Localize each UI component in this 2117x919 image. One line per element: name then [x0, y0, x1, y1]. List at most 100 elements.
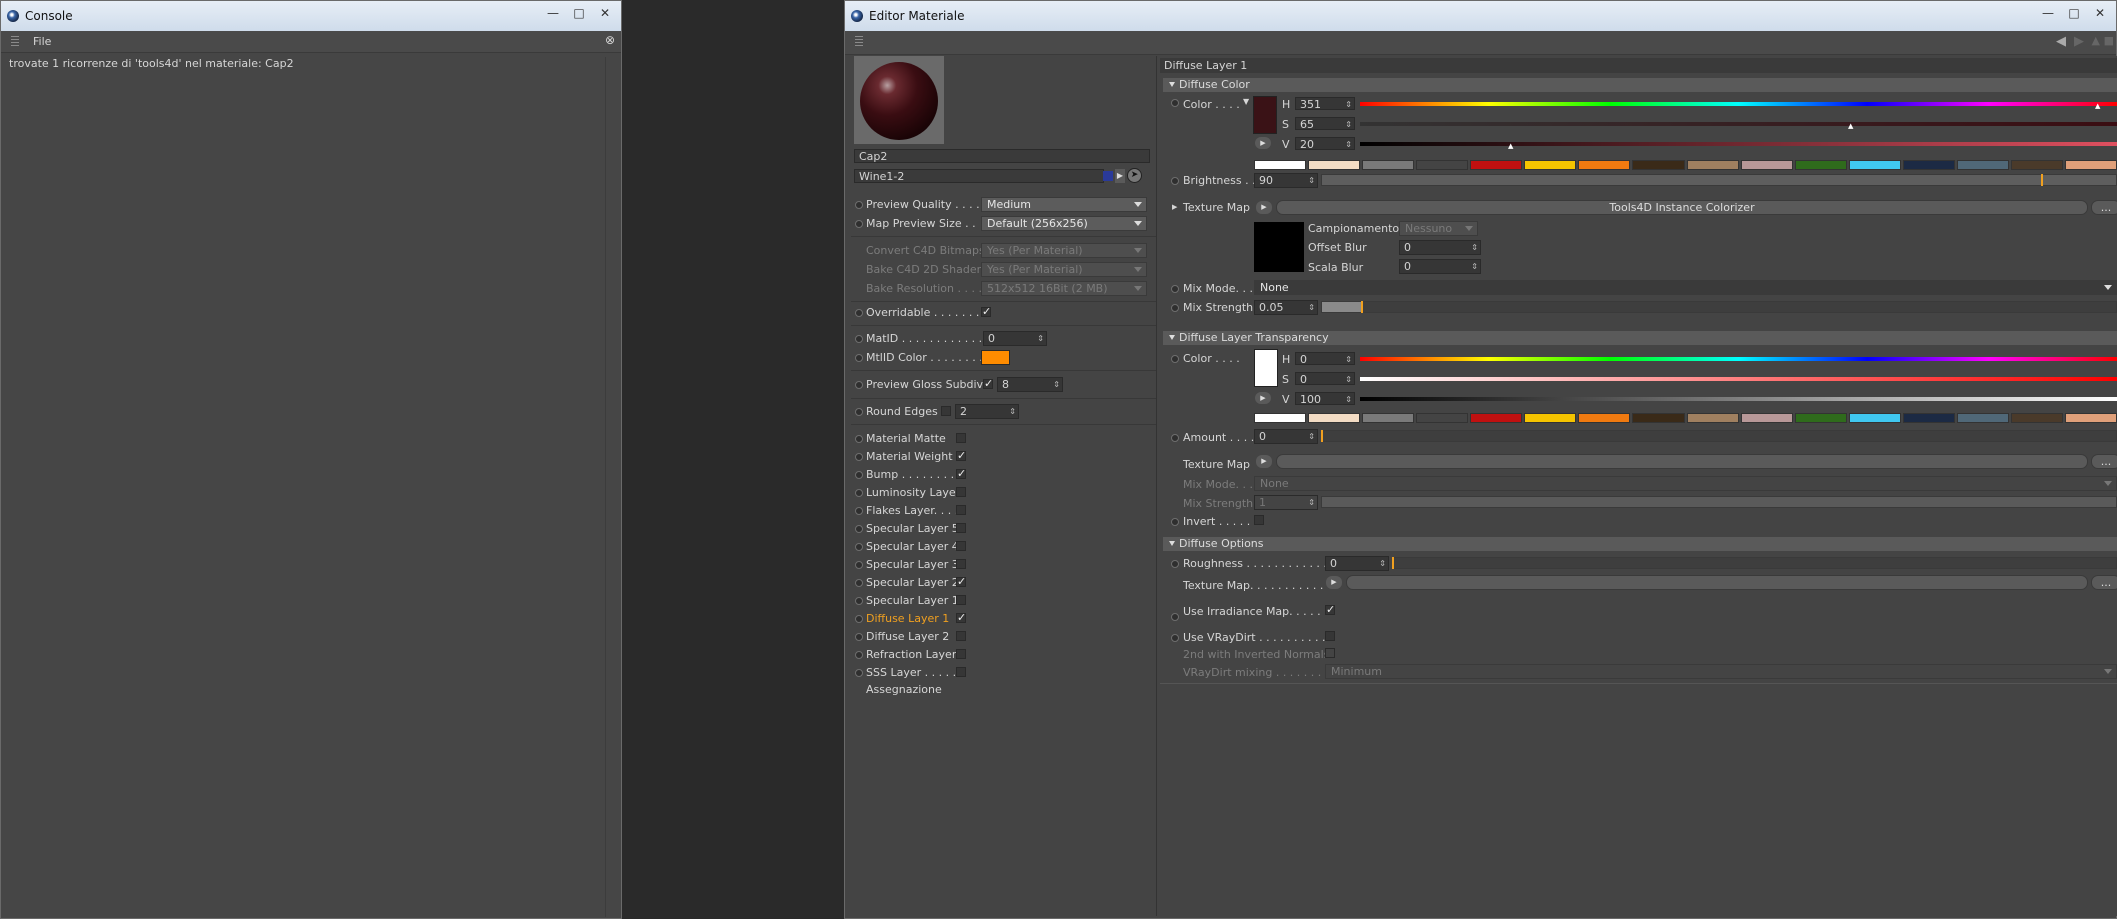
maximize-icon[interactable]: □	[2062, 4, 2086, 22]
value-field[interactable]: 20 ⇕	[1295, 137, 1355, 150]
saturation-field[interactable]: 0 ⇕	[1295, 372, 1355, 385]
amount-field[interactable]: 0 ⇕	[1254, 429, 1318, 444]
overridable-checkbox[interactable]: ✓	[981, 306, 991, 317]
spinner-icon[interactable]: ⇕	[1471, 241, 1478, 254]
close-icon[interactable]: ✕	[593, 4, 617, 22]
palette-swatch[interactable]	[2010, 413, 2063, 423]
texture-more-button[interactable]: ...	[2091, 200, 2117, 215]
spinner-icon[interactable]: ⇕	[1308, 301, 1315, 314]
layer-item-checkbox[interactable]	[956, 649, 966, 659]
link-arrow-icon[interactable]: ▶	[1115, 169, 1125, 183]
layer-item-checkbox[interactable]	[956, 595, 966, 605]
layer-item-label[interactable]: Specular Layer 2	[866, 576, 959, 589]
palette-swatch[interactable]	[1956, 413, 2009, 423]
bake-shaders-dropdown[interactable]: Yes (Per Material)	[981, 262, 1147, 277]
texture-arrow-icon[interactable]: ▶	[1326, 576, 1342, 589]
anim-dot[interactable]	[1171, 613, 1179, 621]
palette-swatch[interactable]	[1470, 160, 1523, 170]
palette-swatch[interactable]	[1254, 413, 1307, 423]
texture-shader-button[interactable]: Tools4D Instance Colorizer	[1276, 200, 2088, 215]
gloss-subdivs-field[interactable]: 8 ⇕	[997, 377, 1063, 392]
transparency-color-swatch[interactable]	[1254, 349, 1278, 387]
anim-dot[interactable]	[855, 201, 863, 209]
anim-dot[interactable]	[855, 381, 863, 389]
roughness-slider[interactable]	[1392, 557, 2117, 569]
amount-slider-handle[interactable]	[1321, 430, 1323, 442]
spinner-icon[interactable]: ⇕	[1345, 353, 1352, 364]
palette-swatch[interactable]	[1524, 160, 1577, 170]
layer-item-label[interactable]: Diffuse Layer 2	[866, 630, 949, 643]
color-expand-icon[interactable]: ▼	[1243, 97, 1249, 106]
spinner-icon[interactable]: ⇕	[1037, 332, 1044, 345]
palette-swatch[interactable]	[1686, 160, 1739, 170]
palette-swatch[interactable]	[1524, 413, 1577, 423]
anim-dot[interactable]	[855, 335, 863, 343]
close-icon[interactable]: ✕	[2088, 4, 2112, 22]
material-name-field[interactable]: Cap2	[854, 149, 1150, 163]
anim-dot[interactable]	[1171, 560, 1179, 568]
roughness-slider-handle[interactable]	[1392, 557, 1394, 569]
mix-mode-dropdown[interactable]: None	[1254, 476, 2117, 491]
anim-dot[interactable]	[855, 489, 863, 497]
palette-swatch[interactable]	[1848, 413, 1901, 423]
palette-swatch[interactable]	[1956, 160, 2009, 170]
saturation-slider[interactable]	[1360, 377, 2117, 381]
back-arrow-icon[interactable]: ◀	[2056, 34, 2066, 49]
layer-item-checkbox[interactable]	[956, 559, 966, 569]
spinner-icon[interactable]: ⇕	[1308, 496, 1315, 509]
spinner-icon[interactable]: ⇕	[1053, 378, 1060, 391]
anim-dot[interactable]	[855, 453, 863, 461]
inverted-normals-checkbox[interactable]	[1325, 648, 1335, 658]
console-titlebar[interactable]: Console — □ ✕	[1, 1, 621, 31]
layer-item-label[interactable]: Refraction Layer	[866, 648, 956, 661]
color-palette[interactable]	[1254, 160, 2117, 170]
brightness-field[interactable]: 90 ⇕	[1254, 173, 1318, 188]
mtlid-color-swatch[interactable]	[981, 350, 1010, 365]
anim-dot[interactable]	[1171, 434, 1179, 442]
map-preview-size-dropdown[interactable]: Default (256x256)	[981, 216, 1147, 231]
lock-icon[interactable]: ■	[2104, 34, 2114, 47]
maximize-icon[interactable]: □	[567, 4, 591, 22]
value-field[interactable]: 100 ⇕	[1295, 392, 1355, 405]
anim-dot[interactable]	[1171, 634, 1179, 642]
matid-field[interactable]: 0 ⇕	[983, 331, 1047, 346]
sampling-dropdown[interactable]: Nessuno	[1399, 221, 1478, 236]
anim-dot[interactable]	[855, 471, 863, 479]
palette-swatch[interactable]	[1362, 160, 1415, 170]
hue-field[interactable]: 0 ⇕	[1295, 352, 1355, 365]
layer-item-label[interactable]: Flakes Layer. . . . .	[866, 504, 965, 517]
forward-arrow-icon[interactable]: ▶	[2074, 34, 2084, 49]
up-arrow-icon[interactable]: ▲	[2092, 34, 2100, 47]
editor-titlebar[interactable]: Editor Materiale — □ ✕	[845, 1, 2116, 31]
anim-dot[interactable]	[855, 507, 863, 515]
palette-swatch[interactable]	[1416, 413, 1469, 423]
layer-item-checkbox[interactable]	[956, 631, 966, 641]
color-picker-icon[interactable]: ▶	[1255, 392, 1271, 404]
invert-checkbox[interactable]	[1254, 515, 1264, 525]
spinner-icon[interactable]: ⇕	[1471, 260, 1478, 273]
panel-close-icon[interactable]: ⊗	[605, 33, 615, 47]
round-edges-checkbox[interactable]	[941, 406, 951, 416]
layer-item-checkbox[interactable]: ✓	[956, 576, 966, 587]
layer-item-label[interactable]: Specular Layer 3	[866, 558, 959, 571]
palette-swatch[interactable]	[1416, 160, 1469, 170]
anim-dot[interactable]	[855, 561, 863, 569]
layer-item-checkbox[interactable]	[956, 667, 966, 677]
color-palette[interactable]	[1254, 413, 2117, 423]
palette-swatch[interactable]	[1254, 160, 1307, 170]
anim-dot[interactable]	[1171, 355, 1179, 363]
spinner-icon[interactable]: ⇕	[1345, 373, 1352, 384]
spinner-icon[interactable]: ⇕	[1345, 118, 1352, 129]
material-preview[interactable]	[854, 56, 944, 144]
palette-swatch[interactable]	[1578, 160, 1631, 170]
texture-more-button[interactable]: ...	[2091, 454, 2117, 469]
palette-swatch[interactable]	[1794, 160, 1847, 170]
hue-field[interactable]: 351 ⇕	[1295, 97, 1355, 110]
bake-resolution-dropdown[interactable]: 512x512 16Bit (2 MB)	[981, 281, 1147, 296]
spinner-icon[interactable]: ⇕	[1345, 98, 1352, 109]
anim-dot[interactable]	[855, 579, 863, 587]
anim-dot[interactable]	[1171, 285, 1179, 293]
layer-item-label[interactable]: Specular Layer 5	[866, 522, 959, 535]
brightness-slider-handle[interactable]	[2041, 174, 2043, 186]
anim-dot[interactable]	[855, 408, 863, 416]
